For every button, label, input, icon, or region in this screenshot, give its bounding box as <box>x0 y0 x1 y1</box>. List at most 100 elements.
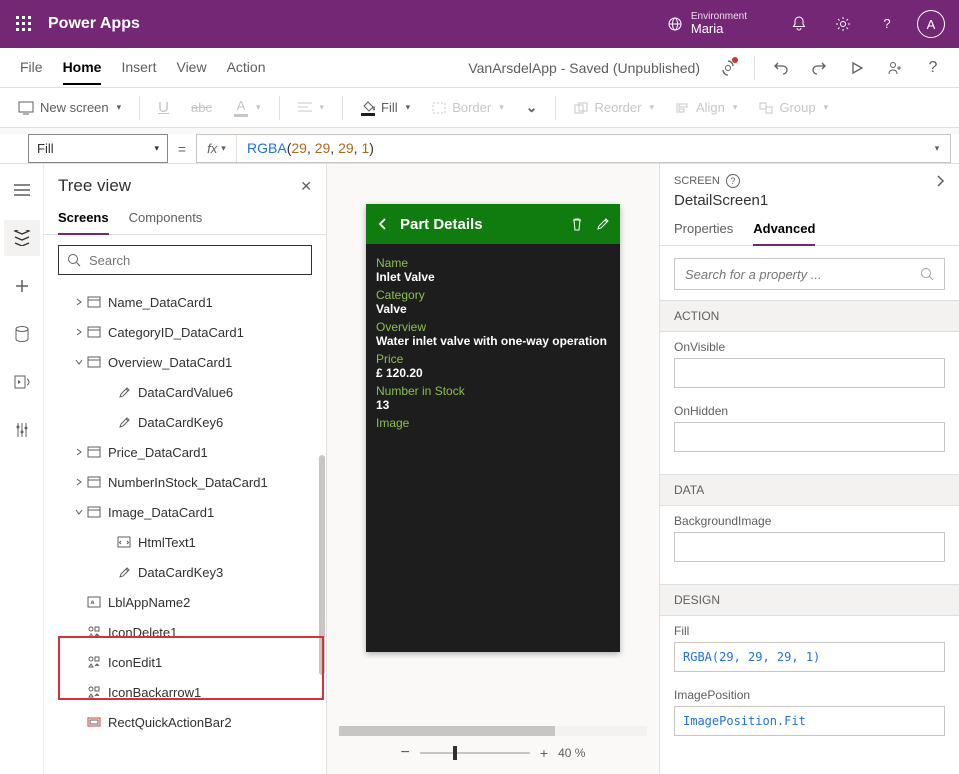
tree-item[interactable]: IconEdit1 <box>44 647 326 677</box>
delete-icon[interactable] <box>570 217 584 231</box>
tree-item[interactable]: HtmlText1 <box>44 527 326 557</box>
equals-icon: = <box>168 134 196 163</box>
menu-view[interactable]: View <box>176 51 206 85</box>
preview-title: Part Details <box>400 216 560 233</box>
tree-close-button[interactable]: ✕ <box>300 178 312 195</box>
tree-item[interactable]: NumberInStock_DataCard1 <box>44 467 326 497</box>
svg-text:?: ? <box>883 17 890 31</box>
more-button[interactable]: ⌄ <box>518 92 546 124</box>
prop-value-input[interactable]: RGBA(29, 29, 29, 1) <box>674 642 945 672</box>
align-button[interactable]: Align▾ <box>668 92 745 124</box>
tree-search-input[interactable] <box>89 253 303 268</box>
rail-tree-view[interactable] <box>4 220 40 256</box>
notifications-button[interactable] <box>779 4 819 44</box>
preview-body: NameInlet ValveCategoryValveOverviewWate… <box>366 244 620 652</box>
fill-button[interactable]: Fill▾ <box>353 92 418 124</box>
search-icon <box>67 253 81 267</box>
app-preview[interactable]: Part Details NameInlet ValveCategoryValv… <box>366 204 620 652</box>
menu-file[interactable]: File <box>20 51 43 85</box>
properties-panel: SCREEN ? DetailScreen1 Properties Advanc… <box>659 164 959 774</box>
edit-icon[interactable] <box>596 217 610 231</box>
props-search[interactable] <box>674 258 945 290</box>
prop-label: BackgroundImage <box>674 514 945 528</box>
props-collapse-button[interactable] <box>935 174 945 188</box>
props-tab-advanced[interactable]: Advanced <box>753 215 815 246</box>
tree-item[interactable]: DataCardValue6 <box>44 377 326 407</box>
rail-data[interactable] <box>4 316 40 352</box>
underline-button[interactable]: U <box>150 92 177 124</box>
props-tab-properties[interactable]: Properties <box>674 215 733 245</box>
tree-item[interactable]: RectQuickActionBar2 <box>44 707 326 737</box>
tree-item[interactable]: CategoryID_DataCard1 <box>44 317 326 347</box>
waffle-button[interactable] <box>8 8 40 40</box>
tree-item[interactable]: IconDelete1 <box>44 617 326 647</box>
info-icon[interactable]: ? <box>726 174 740 188</box>
tree-tab-screens[interactable]: Screens <box>58 204 109 235</box>
property-select[interactable]: Fill▾ <box>28 134 168 163</box>
prop-value-input[interactable] <box>674 422 945 452</box>
help-button[interactable]: ? <box>867 4 907 44</box>
rail-advanced-tools[interactable] <box>4 412 40 448</box>
back-icon[interactable] <box>376 217 390 231</box>
prop-label: ImagePosition <box>674 688 945 702</box>
reorder-button[interactable]: Reorder▾ <box>566 92 662 124</box>
undo-button[interactable] <box>765 52 797 84</box>
align-text-button[interactable]: ▾ <box>290 92 333 124</box>
prop-value-input[interactable] <box>674 532 945 562</box>
zoom-slider[interactable] <box>420 752 530 754</box>
prop-label: OnVisible <box>674 340 945 354</box>
prop-value-input[interactable]: ImagePosition.Fit <box>674 706 945 736</box>
tree-item[interactable]: Name_DataCard1 <box>44 287 326 317</box>
tree-item[interactable]: DataCardKey3 <box>44 557 326 587</box>
field-label: Image <box>376 416 610 430</box>
prop-field: ImagePosition ImagePosition.Fit <box>660 680 959 744</box>
expand-formula-button[interactable]: ▾ <box>922 143 950 154</box>
settings-button[interactable] <box>823 4 863 44</box>
border-button[interactable]: Border▾ <box>424 92 512 124</box>
group-button[interactable]: Group▾ <box>751 92 836 124</box>
zoom-out-button[interactable]: − <box>401 744 410 762</box>
tree-view-panel: Tree view ✕ Screens Components Name_Data… <box>44 164 327 774</box>
field-label: Number in Stock <box>376 384 610 398</box>
tree-item[interactable]: LblAppName2 <box>44 587 326 617</box>
tree-item[interactable]: Image_DataCard1 <box>44 497 326 527</box>
environment-icon <box>667 16 683 32</box>
menu-action[interactable]: Action <box>227 51 266 85</box>
tree-tab-components[interactable]: Components <box>129 204 203 234</box>
menu-insert[interactable]: Insert <box>121 51 156 85</box>
ribbon: New screen▾ U abc A▾ ▾ Fill▾ Border▾ ⌄ R… <box>0 88 959 128</box>
tree-item[interactable]: Overview_DataCard1 <box>44 347 326 377</box>
avatar-button[interactable]: A <box>911 4 951 44</box>
preview-button[interactable] <box>841 52 873 84</box>
font-color-button[interactable]: A▾ <box>226 92 269 124</box>
field-label: Category <box>376 288 610 302</box>
zoom-level: 40 % <box>558 746 585 760</box>
menu-items: File Home Insert View Action <box>10 51 266 85</box>
formula-editor[interactable]: fx▾ RGBA(29, 29, 29, 1) ▾ <box>196 134 951 163</box>
env-name: Maria <box>691 22 747 36</box>
tree-item[interactable]: DataCardKey6 <box>44 407 326 437</box>
environment-picker[interactable]: Environment Maria <box>655 11 759 36</box>
strikethrough-button[interactable]: abc <box>183 92 220 124</box>
preview-app-bar: Part Details <box>366 204 620 244</box>
share-button[interactable] <box>879 52 911 84</box>
prop-field: OnHidden <box>660 396 959 460</box>
tree-item[interactable]: IconBackarrow1 <box>44 677 326 707</box>
rail-hamburger[interactable] <box>4 172 40 208</box>
rail-media[interactable] <box>4 364 40 400</box>
help-button-2[interactable]: ? <box>917 52 949 84</box>
tree-item[interactable]: Price_DataCard1 <box>44 437 326 467</box>
alert-dot-icon <box>732 57 738 63</box>
redo-button[interactable] <box>803 52 835 84</box>
menu-home[interactable]: Home <box>63 51 102 85</box>
field-value: £ 120.20 <box>376 366 610 380</box>
app-title: Power Apps <box>48 15 140 33</box>
app-checker-button[interactable] <box>712 52 744 84</box>
props-search-input[interactable] <box>685 267 920 282</box>
tree-search[interactable] <box>58 245 312 275</box>
new-screen-button[interactable]: New screen▾ <box>10 92 129 124</box>
zoom-in-button[interactable]: + <box>540 745 548 761</box>
tree-scrollbar[interactable] <box>319 455 325 675</box>
prop-value-input[interactable] <box>674 358 945 388</box>
rail-insert[interactable] <box>4 268 40 304</box>
